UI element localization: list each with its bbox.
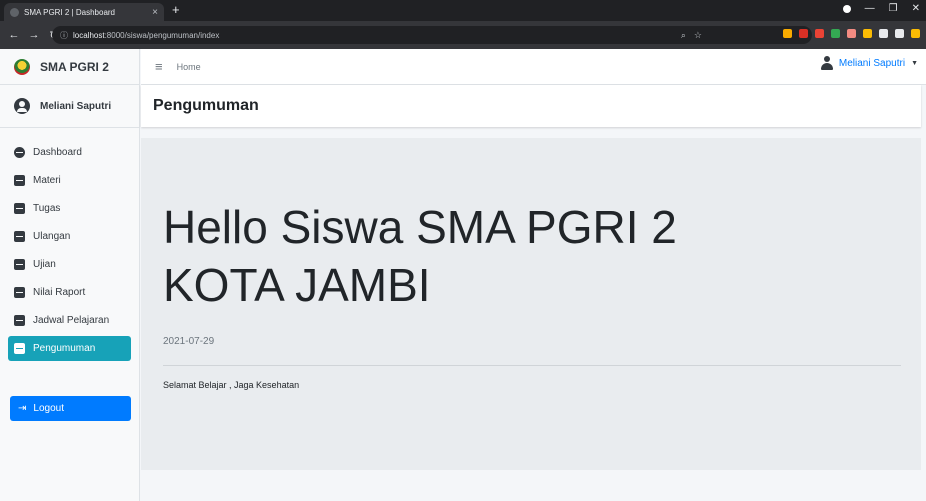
- sidebar-item-label: Jadwal Pelajaran: [33, 315, 110, 326]
- menu-toggle-icon[interactable]: ≡: [155, 59, 163, 74]
- user-icon: [820, 56, 833, 70]
- extension-icon[interactable]: [799, 29, 808, 38]
- info-icon[interactable]: ⓘ: [60, 30, 68, 41]
- top-navbar: ≡ Home Meliani Saputri ▼: [141, 49, 926, 85]
- close-window-icon[interactable]: ✕: [912, 3, 920, 14]
- address-bar: ← → ↻ ⓘ localhost:8000/siswa/pengumuman/…: [0, 21, 926, 49]
- sidebar-item-label: Materi: [33, 175, 61, 186]
- logout-button[interactable]: ⇥ Logout: [10, 396, 131, 421]
- content-header: Pengumuman: [141, 85, 921, 127]
- user-dropdown-label: Meliani Saputri: [838, 57, 906, 69]
- sidebar-menu: Dashboard Materi Tugas Ulangan Ujian Nil…: [0, 128, 139, 361]
- back-icon[interactable]: ←: [8, 29, 20, 41]
- maximize-icon[interactable]: ❐: [889, 3, 898, 14]
- announcement-date: 2021-07-29: [163, 336, 215, 347]
- sidebar-item-label: Ulangan: [33, 231, 71, 242]
- sidebar-item-label: Tugas: [33, 203, 61, 214]
- nav-home-link[interactable]: Home: [177, 62, 201, 72]
- extension-icon[interactable]: [831, 29, 840, 38]
- sidebar-item-ujian[interactable]: Ujian: [8, 252, 131, 277]
- user-name: Meliani Saputri: [40, 100, 112, 112]
- brand-link[interactable]: SMA PGRI 2: [0, 49, 139, 85]
- user-panel[interactable]: Meliani Saputri: [0, 85, 139, 128]
- sidebar-item-label: Pengumuman: [33, 343, 96, 354]
- tab-title: SMA PGRI 2 | Dashboard: [24, 7, 116, 17]
- caret-down-icon: ▼: [911, 59, 918, 67]
- sidebar-item-dashboard[interactable]: Dashboard: [8, 140, 131, 165]
- announcement-heading: Hello Siswa SMA PGRI 2 KOTA JAMBI: [163, 201, 677, 311]
- extension-icon[interactable]: [815, 29, 824, 38]
- sidebar-item-label: Dashboard: [33, 147, 82, 158]
- extension-icon[interactable]: [783, 29, 792, 38]
- extension-icon[interactable]: [863, 29, 872, 38]
- sign-out-icon: ⇥: [18, 403, 27, 414]
- minimize-icon[interactable]: —: [865, 3, 875, 14]
- tab-close-icon[interactable]: ×: [152, 7, 158, 18]
- forward-icon[interactable]: →: [28, 29, 40, 41]
- sidebar-item-jadwal-pelajaran[interactable]: Jadwal Pelajaran: [8, 308, 131, 333]
- book-icon: [14, 315, 25, 326]
- page-title: Pengumuman: [153, 97, 259, 114]
- announcement-card: Hello Siswa SMA PGRI 2 KOTA JAMBI 2021-0…: [141, 138, 921, 470]
- url-input[interactable]: ⓘ localhost:8000/siswa/pengumuman/index …: [52, 26, 812, 44]
- sidebar-item-label: Nilai Raport: [33, 287, 86, 298]
- extension-icon[interactable]: [895, 29, 904, 38]
- profile-icon[interactable]: [842, 4, 851, 13]
- bookmark-star-icon[interactable]: ☆: [694, 30, 702, 41]
- book-icon: [14, 203, 25, 214]
- brand-name: SMA PGRI 2: [40, 59, 109, 74]
- sidebar-item-label: Ujian: [33, 259, 56, 270]
- user-dropdown[interactable]: Meliani Saputri ▼: [820, 56, 918, 70]
- school-logo-icon: [14, 58, 30, 75]
- book-icon: [14, 175, 25, 186]
- sidebar-item-tugas[interactable]: Tugas: [8, 196, 131, 221]
- dashboard-icon: [14, 147, 25, 158]
- app: SMA PGRI 2 Meliani Saputri Dashboard Mat…: [0, 49, 926, 501]
- browser-tab-bar: SMA PGRI 2 | Dashboard × + — ❐ ✕: [0, 0, 926, 21]
- favicon-icon: [10, 7, 19, 17]
- book-icon: [14, 231, 25, 242]
- extension-icon[interactable]: [911, 29, 920, 38]
- user-circle-icon: [14, 98, 30, 114]
- url-path: :8000/siswa/pengumuman/index: [104, 30, 220, 40]
- browser-tab[interactable]: SMA PGRI 2 | Dashboard ×: [4, 3, 164, 21]
- window-controls: — ❐ ✕: [842, 3, 920, 14]
- url-host: localhost: [73, 30, 105, 40]
- sidebar-item-materi[interactable]: Materi: [8, 168, 131, 193]
- sidebar-item-pengumuman[interactable]: Pengumuman: [8, 336, 131, 361]
- book-icon: [14, 259, 25, 270]
- announcement-message: Selamat Belajar , Jaga Kesehatan: [163, 380, 300, 390]
- sidebar-item-ulangan[interactable]: Ulangan: [8, 224, 131, 249]
- sidebar-item-nilai-raport[interactable]: Nilai Raport: [8, 280, 131, 305]
- book-icon: [14, 287, 25, 298]
- logout-label: Logout: [33, 403, 64, 414]
- divider: [163, 365, 901, 366]
- extension-icons: [783, 29, 920, 38]
- extension-icon[interactable]: [879, 29, 888, 38]
- book-icon: [14, 343, 25, 354]
- zoom-icon[interactable]: ⌕: [681, 30, 686, 41]
- extension-icon[interactable]: [847, 29, 856, 38]
- sidebar: SMA PGRI 2 Meliani Saputri Dashboard Mat…: [0, 49, 140, 501]
- new-tab-button[interactable]: +: [172, 3, 180, 17]
